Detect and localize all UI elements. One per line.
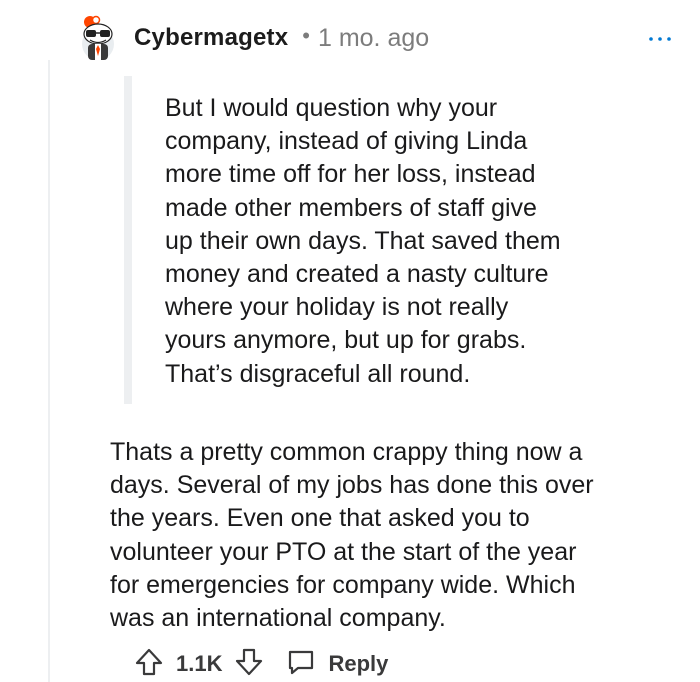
reply-button[interactable]: Reply — [286, 647, 388, 682]
comment-actions: 1.1K Reply — [134, 646, 388, 682]
reply-label: Reply — [328, 651, 389, 676]
comment-header: Cybermagetx • 1 mo. ago — [76, 12, 676, 64]
comment-timestamp[interactable]: 1 mo. ago — [318, 24, 429, 53]
quoted-text: But I would question why your company, i… — [165, 94, 561, 388]
more-options-icon[interactable] — [648, 30, 672, 41]
comment-page: Cybermagetx • 1 mo. ago But I would ques… — [0, 0, 700, 682]
username-link[interactable]: Cybermagetx — [134, 24, 288, 52]
speech-bubble-icon — [286, 647, 316, 682]
downvote-arrow-icon[interactable] — [234, 647, 264, 682]
vote-count: 1.1K — [176, 651, 223, 676]
comment-body: Thats a pretty common crappy thing now a… — [110, 438, 594, 633]
blockquote-bar — [124, 76, 132, 404]
meta-separator: • — [302, 23, 310, 48]
upvote-arrow-icon[interactable] — [134, 647, 164, 682]
snoo-avatar-icon[interactable] — [76, 14, 120, 62]
thread-line[interactable] — [48, 60, 50, 682]
